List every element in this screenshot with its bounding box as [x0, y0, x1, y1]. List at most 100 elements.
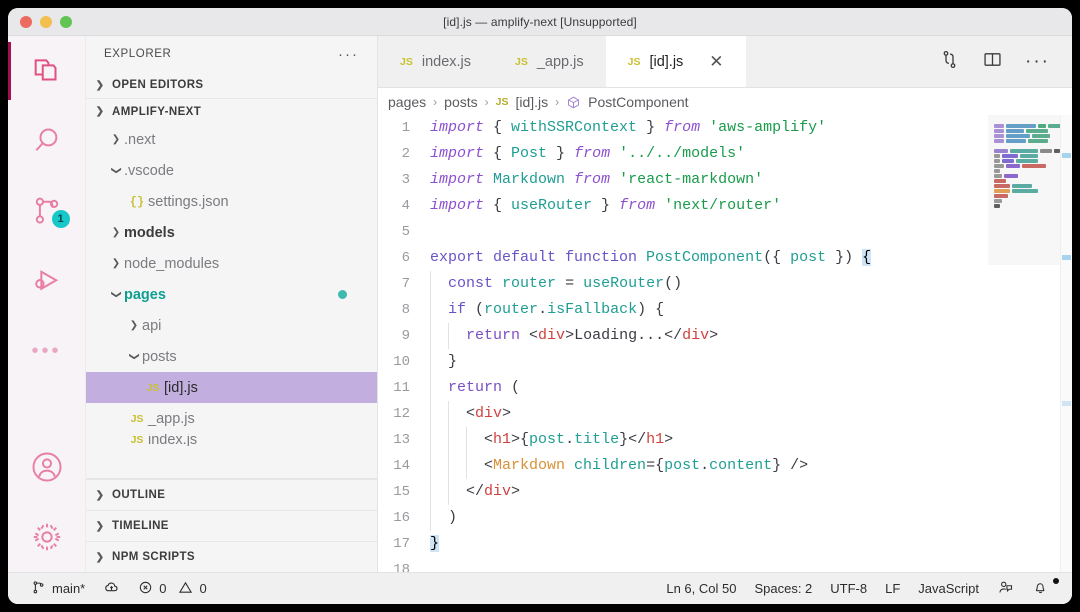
- code-token: export default function: [430, 249, 647, 266]
- minimap[interactable]: [988, 115, 1072, 572]
- tree-item[interactable]: ❯ api: [86, 310, 377, 341]
- editor-tab[interactable]: JS _app.js: [493, 36, 606, 87]
- code-token: ={: [646, 457, 665, 474]
- tree-item-clipped[interactable]: JS index.js: [86, 434, 377, 446]
- notification-dot: [1053, 577, 1059, 584]
- tree-item[interactable]: JS _app.js: [86, 403, 377, 434]
- minimize-window-button[interactable]: [40, 15, 52, 28]
- error-icon: [138, 580, 153, 598]
- breadcrumb-item[interactable]: [id].js: [515, 94, 548, 110]
- editor-tab[interactable]: JS [id].js ✕: [605, 36, 747, 87]
- minimap-segment: [994, 199, 1002, 203]
- tree-item-label: index.js: [148, 434, 198, 446]
- activity-bar-item-source-control[interactable]: 1: [8, 176, 86, 246]
- editor-tab-label: index.js: [421, 53, 472, 70]
- sidebar-section-timeline[interactable]: ❯ TIMELINE: [86, 510, 377, 541]
- indent-guide: [430, 375, 431, 401]
- status-editor-language[interactable]: JavaScript: [909, 581, 988, 596]
- tree-item-label: [id].js: [164, 379, 198, 396]
- sidebar-section-label: NPM SCRIPTS: [112, 551, 195, 563]
- minimap-segment: [994, 194, 1008, 198]
- tree-item[interactable]: ❯ models: [86, 217, 377, 248]
- code-line: 7 const router = useRouter(): [378, 271, 988, 297]
- status-feedback[interactable]: [988, 579, 1023, 599]
- tree-item[interactable]: ❯ .next: [86, 124, 377, 155]
- tree-item[interactable]: ❯ .vscode: [86, 155, 377, 186]
- code-token: }: [592, 197, 620, 214]
- activity-bar-item-settings[interactable]: [8, 502, 86, 572]
- sidebar-more-actions-icon[interactable]: ···: [338, 47, 359, 62]
- indent-guide: [466, 453, 467, 479]
- status-sync-changes[interactable]: [94, 579, 129, 599]
- status-editor-eol[interactable]: LF: [876, 581, 909, 596]
- code-token: 'react-markdown': [619, 171, 764, 188]
- line-number: 8: [401, 302, 410, 318]
- editor-tab[interactable]: JS index.js: [378, 36, 493, 87]
- code-line: 2 import { Post } from '../../models': [378, 141, 988, 167]
- activity-bar-item-explorer[interactable]: [8, 36, 86, 106]
- status-git-branch[interactable]: main*: [22, 580, 94, 598]
- breadcrumb-item[interactable]: posts: [444, 94, 477, 110]
- line-number: 15: [393, 484, 410, 500]
- js-file-icon: JS: [130, 412, 144, 425]
- run-debug-icon: [30, 264, 64, 298]
- code-editor[interactable]: 1 import { withSSRContext } from 'aws-amp…: [378, 115, 988, 572]
- sidebar-section-open-editors[interactable]: ❯ OPEN EDITORS: [86, 72, 377, 98]
- tree-item-label: settings.json: [148, 193, 229, 210]
- code-token: }</: [619, 431, 647, 448]
- tree-item[interactable]: ❯ posts: [86, 341, 377, 372]
- code-line: 11 return (: [378, 375, 988, 401]
- editor-overview-ruler[interactable]: [1060, 115, 1072, 572]
- code-token: ({: [763, 249, 791, 266]
- close-window-button[interactable]: [20, 15, 32, 28]
- status-problems[interactable]: 0 0: [129, 580, 215, 598]
- tree-item[interactable]: {} settings.json: [86, 186, 377, 217]
- status-editor-position[interactable]: Ln 6, Col 50: [657, 581, 745, 596]
- status-editor-indentation[interactable]: Spaces: 2: [745, 581, 821, 596]
- tree-item[interactable]: JS [id].js: [86, 372, 377, 403]
- warning-icon: [178, 580, 193, 598]
- code-token: 'aws-amplify': [709, 119, 827, 136]
- chevron-down-icon: ❯: [128, 352, 140, 361]
- activity-bar-item-accounts[interactable]: [8, 432, 86, 502]
- code-token: withSSRContext: [511, 119, 638, 136]
- feedback-icon: [997, 579, 1014, 599]
- maximize-window-button[interactable]: [60, 15, 72, 28]
- activity-bar-item-more-views[interactable]: •••: [8, 316, 86, 386]
- window-controls: [20, 15, 72, 28]
- sidebar-section-amplify-next[interactable]: ❯ AMPLIFY-NEXT: [86, 98, 377, 124]
- tree-item[interactable]: ❯ node_modules: [86, 248, 377, 279]
- minimap-segment: [994, 139, 1004, 143]
- minimap-segment: [1040, 149, 1052, 153]
- minimap-segment: [1004, 174, 1018, 178]
- breadcrumb-item[interactable]: pages: [388, 94, 426, 110]
- code-token: 'next/router': [664, 197, 782, 214]
- split-in-group-icon[interactable]: [939, 49, 960, 75]
- status-notifications[interactable]: [1023, 577, 1059, 599]
- code-line: 17}: [378, 531, 988, 557]
- minimap-segment: [994, 159, 1000, 163]
- code-token: import: [430, 197, 494, 214]
- minimap-segment: [994, 129, 1004, 133]
- status-editor-encoding[interactable]: UTF-8: [821, 581, 876, 596]
- minimap-segment: [1006, 139, 1026, 143]
- code-token: </: [430, 483, 485, 500]
- code-token: >: [511, 483, 521, 500]
- editor-more-actions-icon[interactable]: ···: [1025, 52, 1050, 71]
- line-number: 4: [401, 198, 410, 214]
- activity-bar-item-run-debug[interactable]: [8, 246, 86, 316]
- tree-item-label: api: [142, 317, 162, 334]
- split-editor-icon[interactable]: [982, 49, 1003, 75]
- status-bar: main* 0 0 Ln 6, Col 50 Spaces: 2 UTF-8 L…: [8, 572, 1072, 604]
- title-bar: [id].js — amplify-next [Unsupported]: [8, 8, 1072, 36]
- minimap-segment: [994, 174, 1002, 178]
- sidebar-section-outline[interactable]: ❯ OUTLINE: [86, 479, 377, 510]
- code-text[interactable]: 1 import { withSSRContext } from 'aws-amp…: [378, 115, 988, 572]
- breadcrumb-item[interactable]: PostComponent: [588, 94, 688, 110]
- close-icon[interactable]: ✕: [708, 53, 724, 70]
- code-token: } />: [772, 457, 809, 474]
- sidebar-section-npm-scripts[interactable]: ❯ NPM SCRIPTS: [86, 541, 377, 572]
- tree-item[interactable]: ❯ pages: [86, 279, 377, 310]
- activity-bar-item-search[interactable]: [8, 106, 86, 176]
- modified-indicator-dot: [338, 290, 347, 299]
